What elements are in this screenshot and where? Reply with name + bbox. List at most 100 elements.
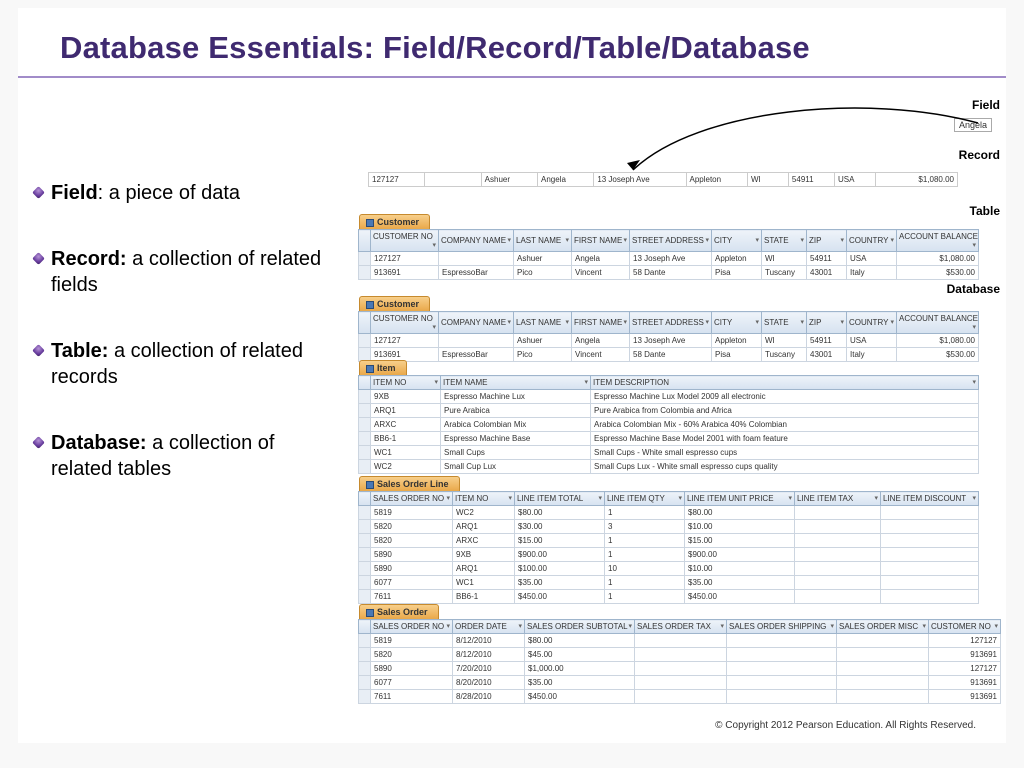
table-cell[interactable]: Espresso Machine Base xyxy=(441,432,591,446)
table-cell[interactable]: Espresso Machine Base Model 2001 with fo… xyxy=(591,432,979,446)
dropdown-icon[interactable]: ▾ xyxy=(584,378,588,386)
table-cell[interactable]: 1 xyxy=(605,548,685,562)
column-header[interactable]: FIRST NAME ▾ xyxy=(572,312,630,334)
table-cell[interactable] xyxy=(837,690,929,704)
column-header[interactable]: COUNTRY ▾ xyxy=(847,230,897,252)
table-row[interactable]: BB6-1Espresso Machine BaseEspresso Machi… xyxy=(359,432,979,446)
table-row[interactable]: WC1Small CupsSmall Cups - White small es… xyxy=(359,446,979,460)
table-cell[interactable]: Pure Arabica from Colombia and Africa xyxy=(591,404,979,418)
table-cell[interactable]: 913691 xyxy=(929,690,1001,704)
column-header[interactable]: STREET ADDRESS ▾ xyxy=(630,312,712,334)
table-cell[interactable]: 913691 xyxy=(929,676,1001,690)
table-cell[interactable]: 5820 xyxy=(371,648,453,662)
dropdown-icon[interactable]: ▾ xyxy=(705,318,709,326)
column-header[interactable]: COUNTRY ▾ xyxy=(847,312,897,334)
table-cell[interactable]: 5890 xyxy=(371,548,453,562)
column-header[interactable]: CITY ▾ xyxy=(712,312,762,334)
table-cell[interactable]: $35.00 xyxy=(685,576,795,590)
table-cell[interactable]: WC1 xyxy=(453,576,515,590)
table-cell[interactable]: Tuscany xyxy=(762,266,807,280)
table-cell[interactable]: 9XB xyxy=(371,390,441,404)
column-header[interactable]: LINE ITEM UNIT PRICE ▾ xyxy=(685,492,795,506)
table-cell[interactable]: EspressoBar xyxy=(439,266,514,280)
table-cell[interactable]: Pico xyxy=(514,266,572,280)
column-header[interactable]: COMPANY NAME ▾ xyxy=(439,312,514,334)
table-cell[interactable]: 1 xyxy=(605,590,685,604)
table-cell[interactable]: Ashuer xyxy=(514,252,572,266)
table-cell[interactable] xyxy=(881,506,979,520)
table-cell[interactable]: 10 xyxy=(605,562,685,576)
table-row[interactable]: 7611BB6-1$450.001$450.00 xyxy=(359,590,979,604)
table-cell[interactable]: Small Cups xyxy=(441,446,591,460)
column-header[interactable]: LAST NAME ▾ xyxy=(514,230,572,252)
table-cell[interactable] xyxy=(881,548,979,562)
table-row[interactable]: ARQ1Pure ArabicaPure Arabica from Colomb… xyxy=(359,404,979,418)
table-cell[interactable]: 127127 xyxy=(929,662,1001,676)
dropdown-icon[interactable]: ▾ xyxy=(755,318,759,326)
column-header[interactable]: ACCOUNT BALANCE ▾ xyxy=(897,312,979,334)
dropdown-icon[interactable]: ▾ xyxy=(972,323,976,331)
table-cell[interactable] xyxy=(727,634,837,648)
table-cell[interactable]: Espresso Machine Lux xyxy=(441,390,591,404)
table-cell[interactable]: $35.00 xyxy=(515,576,605,590)
table-cell[interactable] xyxy=(881,562,979,576)
table-cell[interactable]: 8/12/2010 xyxy=(453,648,525,662)
dropdown-icon[interactable]: ▾ xyxy=(890,236,894,244)
table-cell[interactable] xyxy=(795,562,881,576)
table-cell[interactable]: $1,080.00 xyxy=(897,334,979,348)
table-cell[interactable]: $35.00 xyxy=(525,676,635,690)
table-cell[interactable]: Pure Arabica xyxy=(441,404,591,418)
table-cell[interactable]: WC2 xyxy=(371,460,441,474)
table-cell[interactable]: $10.00 xyxy=(685,562,795,576)
table-cell[interactable]: 127127 xyxy=(371,334,439,348)
dropdown-icon[interactable]: ▾ xyxy=(994,622,998,630)
table-cell[interactable]: $10.00 xyxy=(685,520,795,534)
table-cell[interactable]: 13 Joseph Ave xyxy=(630,334,712,348)
table-cell[interactable]: WC1 xyxy=(371,446,441,460)
column-header[interactable]: ORDER DATE ▾ xyxy=(453,620,525,634)
dropdown-icon[interactable]: ▾ xyxy=(678,494,682,502)
table-cell[interactable] xyxy=(795,576,881,590)
dropdown-icon[interactable]: ▾ xyxy=(628,622,632,630)
table-cell[interactable] xyxy=(881,534,979,548)
table-row[interactable]: 58909XB$900.001$900.00 xyxy=(359,548,979,562)
table-cell[interactable]: 8/12/2010 xyxy=(453,634,525,648)
tab-customer[interactable]: Customer xyxy=(359,214,430,229)
dropdown-icon[interactable]: ▾ xyxy=(972,378,976,386)
table-cell[interactable] xyxy=(837,662,929,676)
table-cell[interactable]: 1 xyxy=(605,534,685,548)
table-cell[interactable]: 913691 xyxy=(929,648,1001,662)
tab-customer[interactable]: Customer xyxy=(359,296,430,311)
column-header[interactable]: ITEM NAME ▾ xyxy=(441,376,591,390)
table-cell[interactable]: $450.00 xyxy=(685,590,795,604)
dropdown-icon[interactable]: ▾ xyxy=(446,622,450,630)
dropdown-icon[interactable]: ▾ xyxy=(720,622,724,630)
table-cell[interactable]: Appleton xyxy=(712,334,762,348)
table-cell[interactable]: WC2 xyxy=(453,506,515,520)
table-cell[interactable]: 5890 xyxy=(371,662,453,676)
table-cell[interactable]: 1 xyxy=(605,506,685,520)
column-header[interactable]: ZIP ▾ xyxy=(807,312,847,334)
table-cell[interactable]: 5819 xyxy=(371,506,453,520)
column-header[interactable]: SALES ORDER NO ▾ xyxy=(371,620,453,634)
dropdown-icon[interactable]: ▾ xyxy=(972,494,976,502)
table-cell[interactable]: ARXC xyxy=(453,534,515,548)
dropdown-icon[interactable]: ▾ xyxy=(972,241,976,249)
column-header[interactable]: LINE ITEM DISCOUNT ▾ xyxy=(881,492,979,506)
dropdown-icon[interactable]: ▾ xyxy=(565,318,569,326)
table-cell[interactable] xyxy=(439,252,514,266)
table-row[interactable]: 58208/12/2010$45.00913691 xyxy=(359,648,1001,662)
table-cell[interactable] xyxy=(635,676,727,690)
table-cell[interactable] xyxy=(795,590,881,604)
table-cell[interactable]: 54911 xyxy=(807,252,847,266)
table-cell[interactable]: $80.00 xyxy=(525,634,635,648)
table-cell[interactable]: 8/20/2010 xyxy=(453,676,525,690)
table-cell[interactable] xyxy=(881,576,979,590)
table-cell[interactable] xyxy=(727,662,837,676)
table-row[interactable]: 6077WC1$35.001$35.00 xyxy=(359,576,979,590)
table-cell[interactable]: $450.00 xyxy=(515,590,605,604)
table-cell[interactable] xyxy=(837,676,929,690)
table-cell[interactable]: $530.00 xyxy=(897,266,979,280)
dropdown-icon[interactable]: ▾ xyxy=(446,494,450,502)
table-cell[interactable]: Arabica Colombian Mix xyxy=(441,418,591,432)
